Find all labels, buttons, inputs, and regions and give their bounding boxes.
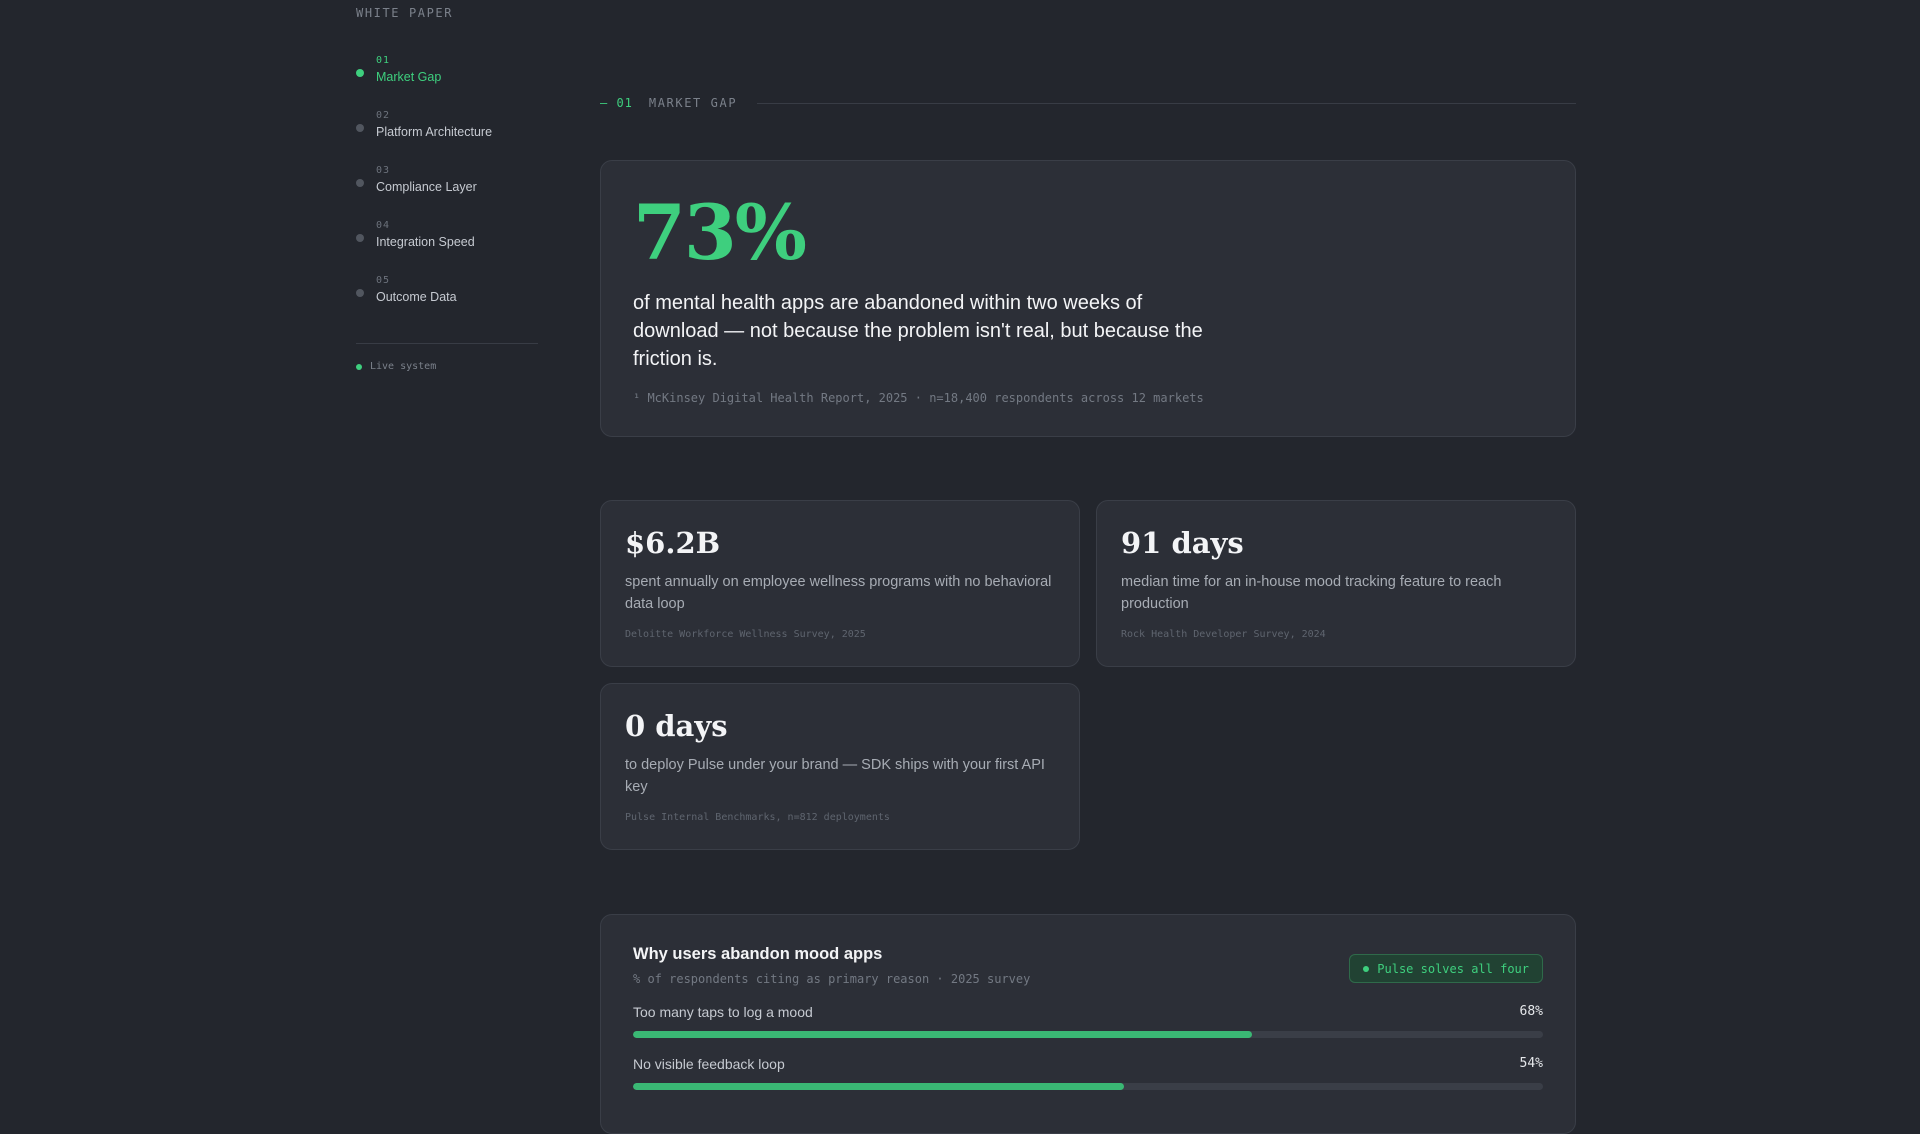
nav-item-compliance-layer[interactable]: 03 Compliance Layer [356, 164, 538, 219]
bar-value: 68% [1519, 1004, 1543, 1019]
stat-card: 91 days median time for an in-house mood… [1096, 500, 1576, 667]
stat-description: to deploy Pulse under your brand — SDK s… [625, 757, 1045, 795]
nav-item-label: Compliance Layer [376, 180, 477, 194]
sidebar-divider [356, 343, 538, 344]
dot-icon [356, 289, 364, 297]
section-nav: 01 Market Gap 02 Platform Architecture 0… [356, 54, 538, 329]
solution-badge: Pulse solves all four [1349, 954, 1543, 983]
dot-icon [356, 179, 364, 187]
nav-item-label: Outcome Data [376, 290, 457, 304]
nav-item-number: 04 [376, 220, 391, 231]
live-dot-icon [356, 363, 362, 370]
stat-source: Rock Health Developer Survey, 2024 [1121, 629, 1326, 640]
bar-label: No visible feedback loop [633, 1056, 785, 1072]
bar-row: Too many taps to log a mood 68% [633, 1004, 1543, 1038]
bar-track [633, 1083, 1543, 1090]
stat-value: $6.2B [625, 526, 721, 560]
reasons-bars: Too many taps to log a mood 68% No visib… [633, 1004, 1543, 1090]
bar-label: Too many taps to log a mood [633, 1004, 813, 1020]
dot-icon [356, 234, 364, 242]
stat-card: $6.2B spent annually on employee wellnes… [600, 500, 1080, 667]
hero-text: of mental health apps are abandoned with… [633, 292, 1203, 370]
nav-item-market-gap[interactable]: 01 Market Gap [356, 54, 538, 109]
nav-item-platform-architecture[interactable]: 02 Platform Architecture [356, 109, 538, 164]
nav-item-label: Market Gap [376, 70, 442, 84]
stat-description: median time for an in-house mood trackin… [1121, 574, 1502, 612]
live-status: Live system [356, 361, 436, 372]
badge-dot-icon [1363, 965, 1370, 972]
nav-item-number: 02 [376, 110, 391, 121]
stat-source: Pulse Internal Benchmarks, n=812 deploym… [625, 812, 890, 823]
section-title: MARKET GAP [648, 96, 738, 110]
stat-value: 91 days [1121, 526, 1244, 560]
active-dot-icon [356, 69, 364, 77]
bar-track [633, 1031, 1543, 1038]
nav-item-label: Integration Speed [376, 235, 475, 249]
hero-value: 73% [633, 188, 807, 277]
dot-icon [356, 124, 364, 132]
bar-fill [633, 1031, 1252, 1038]
bar-value: 54% [1519, 1056, 1543, 1071]
nav-item-number: 05 [376, 275, 391, 286]
live-status-label: Live system [370, 361, 437, 372]
stat-description: spent annually on employee wellness prog… [625, 574, 1052, 612]
section-rule [757, 102, 1576, 104]
sidebar-eyebrow: WHITE PAPER [356, 6, 454, 20]
stat-value: 0 days [625, 709, 728, 743]
section-number: — 01 [600, 96, 633, 110]
hero-stat-card: 73% of mental health apps are abandoned … [600, 160, 1576, 437]
nav-item-number: 01 [376, 55, 391, 66]
hero-source: ¹ McKinsey Digital Health Report, 2025 ·… [633, 391, 1204, 405]
nav-item-label: Platform Architecture [376, 125, 493, 139]
section-header: — 01 MARKET GAP [600, 96, 1576, 110]
bar-row: No visible feedback loop 54% [633, 1056, 1543, 1090]
nav-item-outcome-data[interactable]: 05 Outcome Data [356, 274, 538, 329]
stat-source: Deloitte Workforce Wellness Survey, 2025 [625, 629, 866, 640]
bar-fill [633, 1083, 1125, 1090]
badge-label: Pulse solves all four [1377, 961, 1529, 976]
nav-item-integration-speed[interactable]: 04 Integration Speed [356, 219, 538, 274]
abandon-reasons-card: Why users abandon mood apps % of respond… [600, 914, 1576, 1134]
stat-card: 0 days to deploy Pulse under your brand … [600, 683, 1080, 850]
nav-item-number: 03 [376, 165, 391, 176]
